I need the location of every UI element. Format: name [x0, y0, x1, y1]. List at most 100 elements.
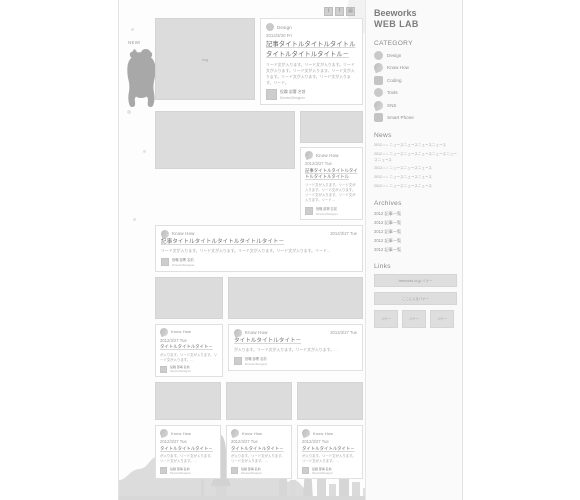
- sparkle-dot-icon: [131, 28, 134, 31]
- news-item[interactable]: 2012.○.○ ニュースニュースニュース: [374, 175, 457, 181]
- avatar: [161, 257, 169, 266]
- article-lead: リード文が入ります。リード文が入ります。リード文が入ります。リード文が入ります。…: [305, 182, 356, 203]
- small-banner-link[interactable]: バナー: [430, 309, 454, 328]
- article-lead: が入ります。リード文が入ります。リード文が入ります。…: [160, 352, 217, 363]
- article-title[interactable]: タイトルタイトルタイト－: [231, 446, 287, 452]
- small-banner-link[interactable]: バナー: [374, 309, 398, 328]
- avatar: [160, 365, 167, 373]
- article-thumbnail[interactable]: [155, 276, 223, 319]
- archive-item[interactable]: 2012 記事一覧: [374, 220, 457, 226]
- author-role: Director/Designer: [170, 370, 191, 374]
- news-item[interactable]: 2012.○.○ ニュースニュースニュース: [374, 166, 457, 172]
- banner-link[interactable]: beeworks.co.jp バナー: [374, 273, 457, 287]
- links-heading: Links: [374, 262, 391, 270]
- article-title[interactable]: タイトルタイトルタイト－: [160, 344, 218, 350]
- article-title[interactable]: 記事タイトルタイトルタイトルタイトルタイト－: [161, 238, 357, 246]
- sidebar-item-smart-phone[interactable]: Smart Phone: [374, 113, 457, 122]
- archive-item[interactable]: 2012 記事一覧: [374, 238, 457, 244]
- author-name: 役職 部署 名前: [172, 257, 194, 262]
- author-role: Director/Designer: [316, 211, 338, 216]
- links-section: Links beeworks.co.jp バナー ここに入るバナー バナー バナ…: [374, 263, 457, 328]
- circle-icon: [374, 50, 383, 60]
- archives-section: Archives 2012 記事一覧 2012 記事一覧 2012 記事一覧 2…: [374, 200, 457, 253]
- author-name: 役職 部署 名前: [241, 466, 261, 471]
- small-banner-link[interactable]: バナー: [402, 309, 426, 328]
- article-card[interactable]: Know How 2012/3/27 Tue タイトルタイトルタイト－ が入りま…: [155, 425, 221, 479]
- avatar: [231, 467, 238, 475]
- article-title[interactable]: タイトルタイトルタイト－: [234, 337, 357, 345]
- circle-icon: [266, 23, 274, 31]
- archive-item[interactable]: 2012 記事一覧: [374, 211, 457, 217]
- article-thumbnail[interactable]: [228, 276, 363, 319]
- hero-category[interactable]: Design: [266, 23, 357, 31]
- avatar: [234, 357, 242, 366]
- archives-heading: Archives: [374, 199, 402, 207]
- hero-lead: リード文が入ります。リード文が入ります。リード文が入ります。リード文が入ります。…: [266, 62, 355, 86]
- avatar: [305, 206, 313, 215]
- article-date: 2012/3/27 Tue: [330, 231, 357, 237]
- article-lead: が入ります。リード文が入ります。リード文が入ります。…: [234, 346, 338, 352]
- article-card[interactable]: Know How 2012/3/27 Tue 記事タイトルタイトルタイトルタイト…: [155, 224, 363, 272]
- sidebar-item-know-how[interactable]: Know How: [372, 61, 457, 74]
- category-heading: CATEGORY: [374, 39, 413, 47]
- article-lead: が入ります。リード文が入ります。リード文が入ります。…: [302, 454, 356, 464]
- article-card-row: Know How 2012/3/27 Tue タイトルタイトルタイト－ が入りま…: [155, 425, 363, 479]
- author-role: Director/Designer: [172, 262, 195, 267]
- meteor-icon: [372, 61, 385, 74]
- author-role: Director/Designer: [280, 96, 305, 101]
- sidebar-item-tools[interactable]: Tools: [374, 88, 457, 97]
- author-name: 役職 部署 名前: [280, 89, 306, 95]
- article-card[interactable]: Know How 2012/3/27 Tue タイトルタイトルタイト－ が入りま…: [228, 323, 363, 372]
- news-item[interactable]: 2012.○.○ ニュースニュースニュースニュース: [374, 143, 457, 149]
- article-title[interactable]: タイトルタイトルタイト－: [302, 446, 358, 452]
- meteor-icon: [303, 150, 315, 161]
- hero-article[interactable]: img Design 2012/3/30 Fri 記事タイトルタイトルタイトルタ…: [155, 18, 363, 106]
- avatar: [160, 467, 167, 475]
- article-card[interactable]: Know How 2012/3/27 Tue タイトルタイトルタイト－ が入りま…: [226, 425, 292, 479]
- gear-icon: [374, 113, 383, 122]
- hero-title[interactable]: 記事タイトルタイトルタイトルタイトルタイトルタイトル－: [266, 40, 357, 59]
- rss-icon[interactable]: ▤: [346, 6, 355, 16]
- gear-icon: [374, 75, 383, 85]
- article-thumbnail[interactable]: [155, 111, 295, 170]
- article-lead: が入ります。リード文が入ります。リード文が入ります。…: [231, 454, 285, 464]
- article-title[interactable]: タイトルタイトルタイト－: [160, 446, 216, 452]
- site-logo[interactable]: Beeworks WEB LAB: [374, 8, 457, 31]
- hero-date: 2012/3/30 Fri: [266, 33, 292, 38]
- sidebar-item-coding[interactable]: Coding: [374, 75, 457, 85]
- avatar: [302, 467, 309, 475]
- news-item[interactable]: 2012.○.○ ニュースニュースニュースニュースニュースニュース: [374, 152, 457, 164]
- author-role: Director/Designer: [170, 471, 191, 475]
- news-section: News 2012.○.○ ニュースニュースニュースニュース 2012.○.○ …: [374, 132, 457, 190]
- logo-line-2: WEB LAB: [374, 19, 419, 30]
- article-card[interactable]: Know How 2012/3/27 Tue タイトルタイトルタイト－ が入りま…: [297, 425, 363, 479]
- author-name: 役職 部署 名前: [170, 466, 190, 471]
- article-title[interactable]: 記事タイトルタイトルタイトルタイトルタイトル: [305, 168, 358, 181]
- article-thumbnail[interactable]: [226, 382, 292, 421]
- author-name: 役職 部署 名前: [245, 357, 267, 362]
- article-thumbnail[interactable]: [155, 382, 221, 421]
- sidebar-item-design[interactable]: Design: [374, 50, 457, 60]
- author-role: Director/Designer: [312, 471, 333, 475]
- side-article-card[interactable]: Know How 2012/3/27 Tue 記事タイトルタイトルタイトルタイト…: [300, 147, 363, 220]
- author-name: 役職 部署 名前: [312, 466, 332, 471]
- author-role: Director/Designer: [241, 471, 262, 475]
- screenshot-root: NEW! t f ▤ img Design 2012/3/30 Fri 記事タイ…: [0, 0, 580, 500]
- facebook-icon[interactable]: f: [335, 6, 344, 16]
- author-name: 役職 部署 名前: [316, 206, 337, 211]
- meteor-icon: [372, 99, 385, 111]
- news-item[interactable]: 2012.○.○ ニュースニュースニュース: [374, 184, 457, 190]
- archive-item[interactable]: 2012 記事一覧: [374, 229, 457, 235]
- category-section: CATEGORY Design Know How Coding Tools SN…: [372, 39, 457, 122]
- article-card[interactable]: Know How 2012/3/27 Tue タイトルタイトルタイト－ が入りま…: [155, 323, 223, 378]
- article-thumbnail[interactable]: [297, 382, 363, 421]
- twitter-icon[interactable]: t: [324, 6, 333, 16]
- hero-thumbnail[interactable]: img: [155, 18, 255, 100]
- hero-byline: 役職 部署 名前 Director/Designer: [266, 89, 357, 101]
- article-thumbnail[interactable]: [300, 111, 363, 144]
- main-content: img Design 2012/3/30 Fri 記事タイトルタイトルタイトルタ…: [155, 18, 363, 479]
- archive-item[interactable]: 2012 記事一覧: [374, 247, 457, 253]
- banner-link[interactable]: ここに入るバナー: [374, 291, 457, 305]
- sidebar-item-sns[interactable]: SNS: [372, 99, 457, 111]
- sparkle-dot-icon: [143, 150, 146, 153]
